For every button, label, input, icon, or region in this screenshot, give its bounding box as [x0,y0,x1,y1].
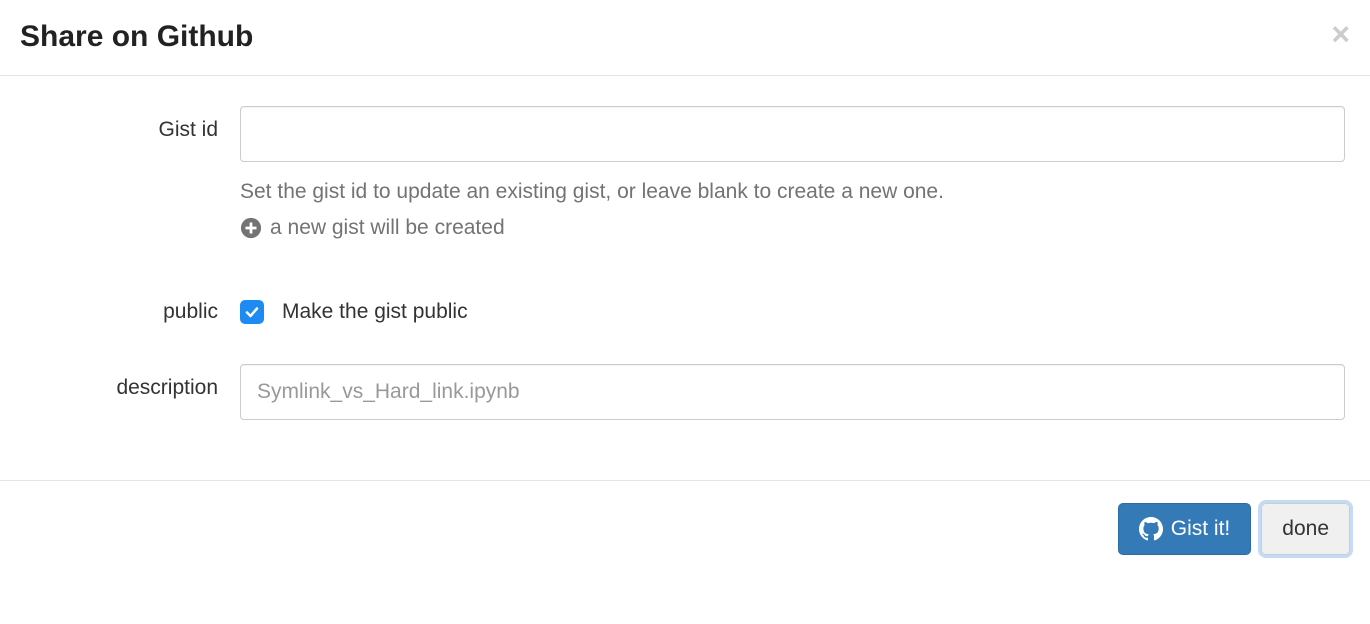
gist-id-label: Gist id [20,106,240,142]
gist-it-button[interactable]: Gist it! [1118,503,1252,555]
done-button-label: done [1282,517,1329,541]
modal-body: Gist id Set the gist id to update an exi… [0,76,1370,480]
description-label: description [20,364,240,400]
modal-title: Share on Github [20,20,1350,53]
gist-id-help-line1: Set the gist id to update an existing gi… [240,174,1345,210]
github-icon [1139,517,1163,541]
public-checkbox-wrap: Make the gist public [240,300,468,324]
close-icon: × [1331,16,1350,52]
modal-header: Share on Github × [0,0,1370,76]
gist-id-help: Set the gist id to update an existing gi… [240,174,1345,245]
description-control-wrap [240,364,1350,420]
gist-id-control-wrap: Set the gist id to update an existing gi… [240,106,1350,245]
public-row: public Make the gist public [20,300,1350,324]
description-input[interactable] [240,364,1345,420]
modal-footer: Gist it! done [0,480,1370,577]
public-checkbox[interactable] [240,300,264,324]
gist-id-help-line2-wrap: a new gist will be created [240,210,1345,246]
gist-id-row: Gist id Set the gist id to update an exi… [20,106,1350,245]
close-button[interactable]: × [1331,18,1350,50]
public-label: public [20,300,240,324]
checkmark-icon [244,304,260,320]
done-button[interactable]: done [1261,503,1350,555]
plus-circle-icon [240,217,262,239]
gist-id-help-line2: a new gist will be created [270,210,505,246]
public-checkbox-label: Make the gist public [282,300,468,324]
gist-it-button-label: Gist it! [1171,517,1231,541]
gist-id-input[interactable] [240,106,1345,162]
description-row: description [20,364,1350,420]
